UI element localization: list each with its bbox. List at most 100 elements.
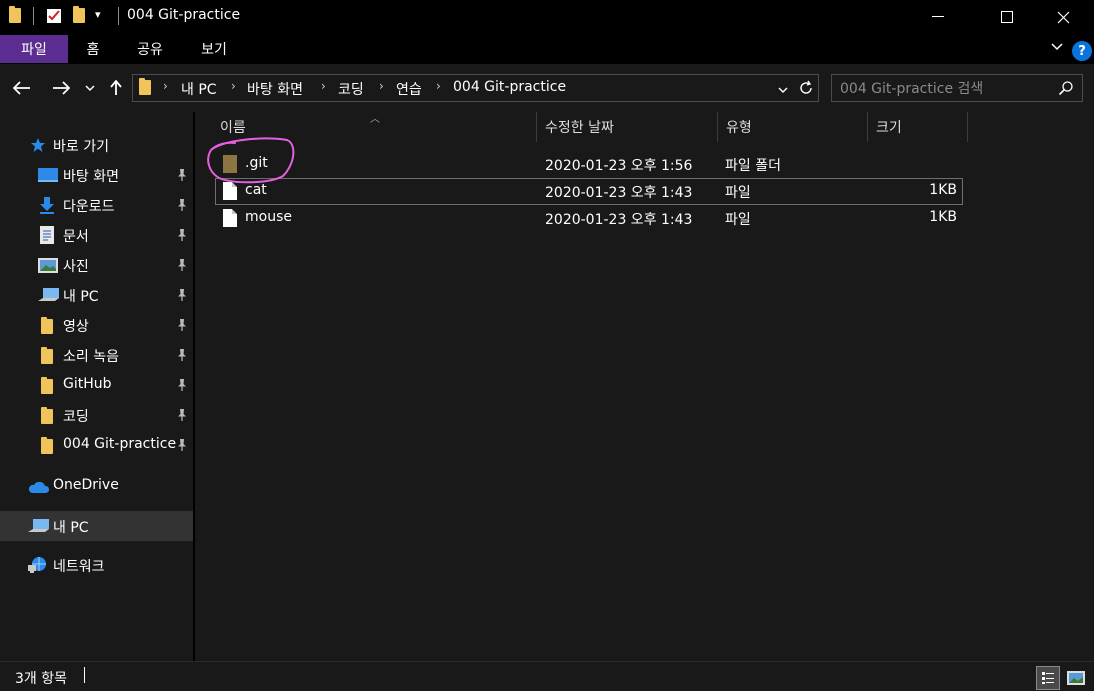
sidebar-item-onedrive[interactable]: OneDrive (0, 471, 193, 501)
customize-quick-access-icon[interactable]: ▾ (95, 8, 101, 21)
sidebar-item-label: OneDrive (53, 477, 119, 493)
breadcrumb-practice[interactable]: 연습 (396, 79, 422, 99)
details-view-button[interactable] (1036, 666, 1060, 690)
pin-icon[interactable] (176, 168, 188, 182)
breadcrumb-coding[interactable]: 코딩 (338, 79, 364, 99)
breadcrumb-arrow-icon[interactable]: › (231, 79, 236, 93)
breadcrumb-this-pc[interactable]: 내 PC (181, 79, 217, 99)
sidebar-item-documents[interactable]: 문서 (0, 220, 193, 250)
address-history-icon[interactable] (778, 82, 788, 98)
table-row[interactable]: mouse 2020-01-23 오후 1:43 파일 1KB (215, 205, 963, 232)
file-modified: 2020-01-23 오후 1:43 (545, 185, 693, 201)
tab-home[interactable]: 홈 (78, 35, 108, 63)
column-header-size[interactable]: 크기 (870, 112, 968, 142)
pin-icon[interactable] (176, 258, 188, 272)
file-list: ︿ 이름 수정한 날짜 유형 크기 .git 2020-01-23 오후 1:5… (195, 112, 1094, 661)
sidebar-item-label: 문서 (63, 229, 89, 245)
ribbon-tabs: 파일 홈 공유 보기 ? (0, 34, 1094, 64)
file-icon (223, 209, 237, 227)
properties-icon[interactable] (46, 8, 62, 24)
tab-view[interactable]: 보기 (192, 35, 236, 63)
sidebar-item-coding[interactable]: 코딩 (0, 400, 193, 430)
search-box[interactable] (831, 74, 1083, 102)
minimize-button[interactable] (915, 0, 961, 34)
address-bar[interactable]: › 내 PC › 바탕 화면 › 코딩 › 연습 › 004 Git-pract… (132, 74, 819, 102)
breadcrumb-arrow-icon[interactable]: › (163, 79, 168, 93)
sidebar-item-downloads[interactable]: 다운로드 (0, 190, 193, 220)
pc-icon (28, 519, 50, 537)
document-icon (40, 226, 54, 248)
status-bar: 3개 항목 (0, 661, 1094, 691)
help-icon[interactable]: ? (1072, 41, 1092, 61)
sidebar-item-network[interactable]: 네트워크 (0, 550, 193, 580)
sidebar-quick-access[interactable]: 바로 가기 (0, 130, 193, 160)
maximize-button[interactable] (984, 0, 1030, 34)
refresh-icon[interactable] (798, 80, 814, 100)
folder-icon (41, 377, 53, 398)
pc-icon (38, 288, 60, 306)
file-name: mouse (245, 209, 292, 225)
tab-share[interactable]: 공유 (128, 35, 172, 63)
breadcrumb-arrow-icon[interactable]: › (321, 79, 326, 93)
sidebar-item-label: 소리 녹음 (63, 349, 119, 365)
title-separator (118, 7, 119, 25)
sidebar-item-label: 내 PC (63, 289, 99, 305)
file-type: 파일 (725, 185, 751, 201)
sidebar-item-label: 004 Git-practice (63, 436, 177, 452)
expand-ribbon-icon[interactable] (1050, 39, 1064, 57)
sidebar-item-pictures[interactable]: 사진 (0, 250, 193, 280)
sidebar-item-label: 영상 (63, 319, 89, 335)
new-folder-icon[interactable] (73, 6, 85, 23)
pin-icon[interactable] (176, 348, 188, 362)
network-icon (28, 556, 48, 578)
pin-icon[interactable] (176, 198, 188, 212)
folder-icon (41, 407, 53, 428)
file-modified: 2020-01-23 오후 1:56 (545, 158, 693, 174)
forward-button[interactable] (49, 76, 73, 100)
pin-icon[interactable] (176, 228, 188, 242)
column-header-modified[interactable]: 수정한 날짜 (539, 112, 718, 142)
sidebar-item-label: GitHub (63, 376, 112, 392)
sidebar-item-video[interactable]: 영상 (0, 310, 193, 340)
sidebar-item-github[interactable]: GitHub (0, 370, 193, 400)
file-size: 1KB (929, 182, 957, 198)
file-type: 파일 폴더 (725, 158, 781, 174)
column-header-type[interactable]: 유형 (720, 112, 868, 142)
large-icons-view-button[interactable] (1064, 666, 1088, 690)
pictures-icon (38, 258, 58, 277)
sidebar-item-this-pc-pinned[interactable]: 내 PC (0, 280, 193, 310)
folder-icon (9, 6, 21, 23)
recent-locations-button[interactable] (82, 76, 98, 100)
search-icon[interactable] (1058, 80, 1074, 100)
sidebar-item-git-practice[interactable]: 004 Git-practice (0, 430, 193, 460)
onedrive-cloud-icon (27, 480, 50, 497)
breadcrumb-current-folder[interactable]: 004 Git-practice (453, 79, 566, 95)
breadcrumb-arrow-icon[interactable]: › (436, 79, 441, 93)
status-separator (84, 667, 85, 683)
pin-icon[interactable] (176, 408, 188, 422)
pin-icon[interactable] (176, 318, 188, 332)
pin-icon[interactable] (176, 378, 188, 392)
star-icon (30, 137, 46, 157)
search-input[interactable] (840, 80, 1050, 98)
sidebar-item-label: 네트워크 (53, 559, 105, 575)
sidebar-item-label: 다운로드 (63, 199, 115, 215)
breadcrumb-arrow-icon[interactable]: › (379, 79, 384, 93)
pin-icon[interactable] (176, 288, 188, 302)
sidebar-item-this-pc[interactable]: 내 PC (0, 511, 193, 541)
up-button[interactable] (106, 76, 126, 100)
sidebar-item-sound-recordings[interactable]: 소리 녹음 (0, 340, 193, 370)
file-modified: 2020-01-23 오후 1:43 (545, 212, 693, 228)
pin-icon[interactable] (176, 438, 188, 452)
sidebar-item-desktop[interactable]: 바탕 화면 (0, 160, 193, 190)
table-row[interactable]: .git 2020-01-23 오후 1:56 파일 폴더 (215, 151, 963, 178)
close-button[interactable] (1040, 0, 1086, 34)
breadcrumb-desktop[interactable]: 바탕 화면 (247, 79, 303, 99)
title-separator (33, 7, 34, 25)
folder-icon (41, 437, 53, 458)
table-row[interactable]: cat 2020-01-23 오후 1:43 파일 1KB (215, 178, 963, 205)
file-type: 파일 (725, 212, 751, 228)
item-count: 3개 항목 (15, 671, 67, 687)
back-button[interactable] (10, 76, 34, 100)
tab-file[interactable]: 파일 (0, 35, 68, 63)
